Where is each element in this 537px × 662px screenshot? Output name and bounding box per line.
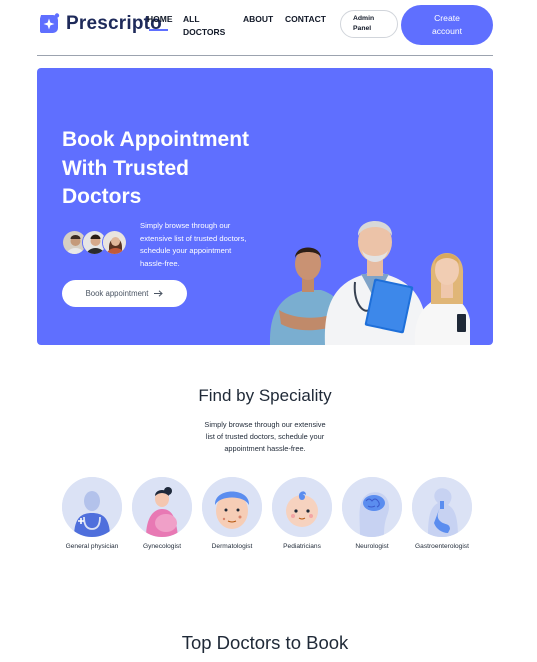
speciality-gastroenterologist[interactable]: Gastroenterologist xyxy=(407,477,477,550)
header-divider xyxy=(37,55,493,56)
nav-links: HOME ALL DOCTORS ABOUT CONTACT xyxy=(147,13,335,39)
book-appointment-button[interactable]: Book appointment xyxy=(62,280,187,307)
hero-subtitle-line: extensive list of trusted doctors, xyxy=(140,233,247,243)
logo[interactable]: Prescripto xyxy=(37,12,162,36)
book-appointment-label: Book appointment xyxy=(85,289,149,298)
hero-banner: Book Appointment With Trusted Doctors Si… xyxy=(37,68,493,345)
nav-home-label: HOME xyxy=(147,14,173,24)
speciality-description-line: appointment hassle-free. xyxy=(224,444,306,454)
avatar xyxy=(102,230,127,255)
hero-avatar-group xyxy=(62,230,127,255)
nav-contact[interactable]: CONTACT xyxy=(285,13,335,39)
speciality-list: General physician Gynecologist Dermatolo… xyxy=(57,477,477,550)
nav-all-doctors-line-2: DOCTORS xyxy=(183,27,226,37)
hero-subtitle-line: Simply browse through our xyxy=(140,221,231,230)
speciality-label: General physician xyxy=(65,543,119,550)
speciality-label: Pediatricians xyxy=(283,543,321,550)
top-doctors-title: Top Doctors to Book xyxy=(181,632,349,653)
navbar: Prescripto HOME ALL DOCTORS ABOUT CONTAC… xyxy=(0,0,537,56)
speciality-description-line: Simply browse through our extensive xyxy=(204,420,326,429)
admin-panel-line-2: Panel xyxy=(353,25,372,32)
neurologist-icon xyxy=(342,477,402,537)
hero-subtitle: Simply browse through our extensive list… xyxy=(140,220,270,270)
pediatrician-icon xyxy=(272,477,332,537)
speciality-label: Neurologist xyxy=(355,543,389,550)
doctors-illustration xyxy=(269,221,470,345)
create-account-line-1: Create xyxy=(434,13,460,23)
logo-icon xyxy=(40,13,60,33)
nav-home[interactable]: HOME xyxy=(147,13,183,39)
speciality-general-physician[interactable]: General physician xyxy=(57,477,127,550)
speciality-title: Find by Speciality xyxy=(198,386,332,405)
create-account-button[interactable]: Create account xyxy=(401,5,493,45)
nav-all-doctors[interactable]: ALL DOCTORS xyxy=(183,13,243,39)
gastroenterologist-icon xyxy=(412,477,472,537)
speciality-label: Gastroenterologist xyxy=(415,543,469,550)
arrow-right-icon xyxy=(154,290,164,297)
create-account-line-2: account xyxy=(431,26,463,36)
nav-active-underline xyxy=(149,29,168,31)
speciality-description: Simply browse through our extensive list… xyxy=(190,419,340,456)
general-physician-icon xyxy=(62,477,122,537)
speciality-neurologist[interactable]: Neurologist xyxy=(337,477,407,550)
speciality-pediatricians[interactable]: Pediatricians xyxy=(267,477,337,550)
hero-title-line: With Trusted xyxy=(62,156,189,180)
nav-contact-label: CONTACT xyxy=(285,14,326,24)
hero-title-line: Book Appointment xyxy=(62,128,250,151)
speciality-label: Gynecologist xyxy=(142,543,182,550)
nav-about[interactable]: ABOUT xyxy=(243,13,285,39)
nav-about-label: ABOUT xyxy=(243,14,274,24)
hero-subtitle-line: hassle-free. xyxy=(140,258,180,268)
hero-title-line: Doctors xyxy=(62,185,142,208)
admin-panel-line-1: Admin xyxy=(353,15,375,22)
speciality-dermatologist[interactable]: Dermatologist xyxy=(197,477,267,550)
speciality-label: Dermatologist xyxy=(211,543,253,550)
nav-all-doctors-line-1: ALL xyxy=(183,14,200,24)
speciality-description-line: list of trusted doctors, schedule your xyxy=(205,432,325,442)
speciality-gynecologist[interactable]: Gynecologist xyxy=(127,477,197,550)
hero-title: Book Appointment With Trusted Doctors xyxy=(62,126,282,212)
hero-subtitle-line: schedule your appointment xyxy=(140,246,232,255)
gynecologist-icon xyxy=(132,477,192,537)
admin-panel-button[interactable]: Admin Panel xyxy=(340,10,398,38)
dermatologist-icon xyxy=(202,477,262,537)
